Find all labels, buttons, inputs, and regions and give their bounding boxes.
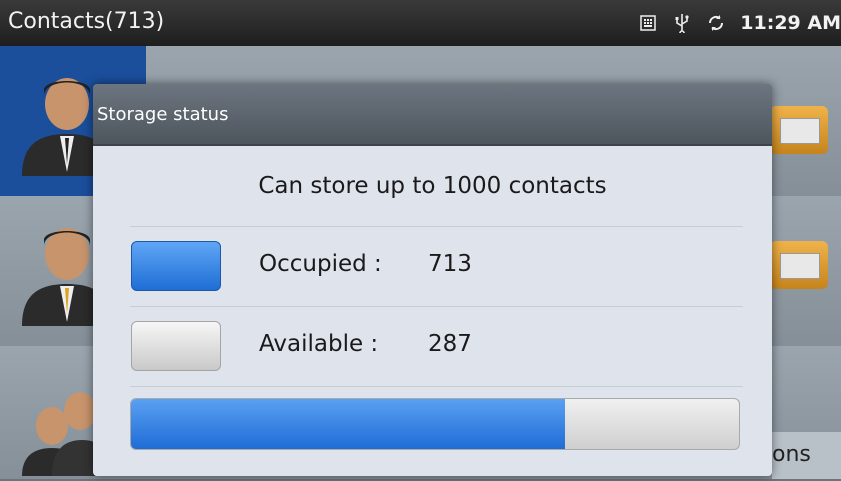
- capacity-text: Can store up to 1000 contacts: [258, 173, 607, 199]
- dialog-body: Can store up to 1000 contacts Occupied :…: [93, 146, 772, 476]
- available-row: Available : 287: [131, 316, 472, 376]
- occupied-row: Occupied : 713: [131, 236, 472, 296]
- dialog-title: Storage status: [93, 84, 772, 146]
- occupied-swatch: [131, 241, 221, 291]
- status-icons: 11:29 AM: [638, 10, 841, 36]
- usb-icon: [672, 13, 692, 33]
- storage-progress-bar: [130, 398, 740, 450]
- storage-status-dialog: Storage status Can store up to 1000 cont…: [93, 84, 772, 476]
- occupied-label: Occupied :: [259, 251, 382, 277]
- available-swatch: [131, 321, 221, 371]
- storage-progress-fill: [131, 399, 565, 449]
- message-button[interactable]: [770, 241, 828, 289]
- sync-icon: [706, 13, 726, 33]
- occupied-value: 713: [428, 251, 472, 277]
- divider: [130, 306, 743, 307]
- keyboard-icon: [638, 13, 658, 33]
- status-bar: Contacts(713) 11:29 AM: [0, 0, 841, 46]
- envelope-icon: [780, 253, 820, 279]
- divider: [130, 386, 743, 387]
- available-value: 287: [428, 331, 472, 357]
- available-label: Available :: [259, 331, 379, 357]
- envelope-icon: [780, 118, 820, 144]
- options-tab-label: ons: [772, 442, 811, 467]
- message-button[interactable]: [770, 106, 828, 154]
- clock: 11:29 AM: [740, 12, 841, 34]
- app-title: Contacts(713): [8, 9, 165, 34]
- divider: [130, 226, 743, 227]
- options-tab[interactable]: ons: [772, 432, 841, 479]
